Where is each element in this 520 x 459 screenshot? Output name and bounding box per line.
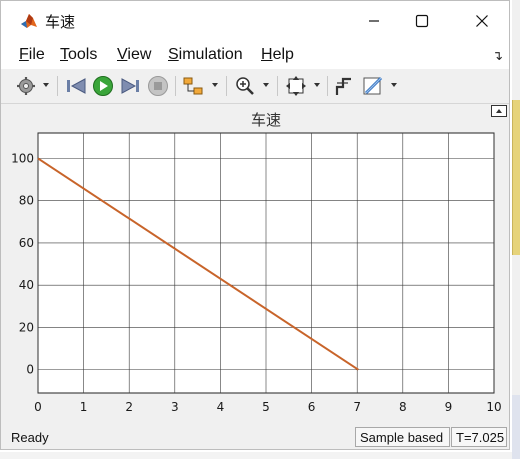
scope-window: 车速 File Tools View Simulation Help ↴ 车速 … bbox=[0, 0, 510, 450]
y-tick-label: 20 bbox=[19, 320, 34, 334]
y-tick-label: 0 bbox=[26, 363, 34, 377]
status-ready-text: Ready bbox=[11, 430, 49, 445]
status-sample-mode: Sample based bbox=[355, 427, 450, 447]
status-bar: Ready Sample based T=7.025 bbox=[1, 425, 509, 449]
background-strip bbox=[0, 452, 512, 459]
x-tick-label: 4 bbox=[217, 400, 225, 414]
chart-title: 车速 bbox=[251, 111, 281, 129]
x-tick-label: 9 bbox=[445, 400, 453, 414]
x-tick-label: 8 bbox=[399, 400, 407, 414]
y-tick-label: 60 bbox=[19, 236, 34, 250]
x-tick-label: 0 bbox=[34, 400, 42, 414]
x-tick-label: 5 bbox=[262, 400, 270, 414]
scope-chart: 车速 0 1 2 3 4 5 6 7 8 9 10020406080100 bbox=[11, 111, 502, 414]
x-tick-label: 1 bbox=[80, 400, 88, 414]
x-tick-label: 2 bbox=[125, 400, 133, 414]
y-tick-label: 40 bbox=[19, 278, 34, 292]
x-tick-label: 6 bbox=[308, 400, 316, 414]
y-tick-label: 80 bbox=[19, 194, 34, 208]
status-time: T=7.025 bbox=[451, 427, 507, 447]
background-window-edge bbox=[512, 0, 520, 459]
x-tick-label: 7 bbox=[353, 400, 361, 414]
x-tick-label: 3 bbox=[171, 400, 179, 414]
x-tick-label: 10 bbox=[486, 400, 501, 414]
y-tick-label: 100 bbox=[11, 151, 34, 165]
background-panel-lower bbox=[512, 395, 520, 459]
background-panel bbox=[512, 100, 520, 255]
